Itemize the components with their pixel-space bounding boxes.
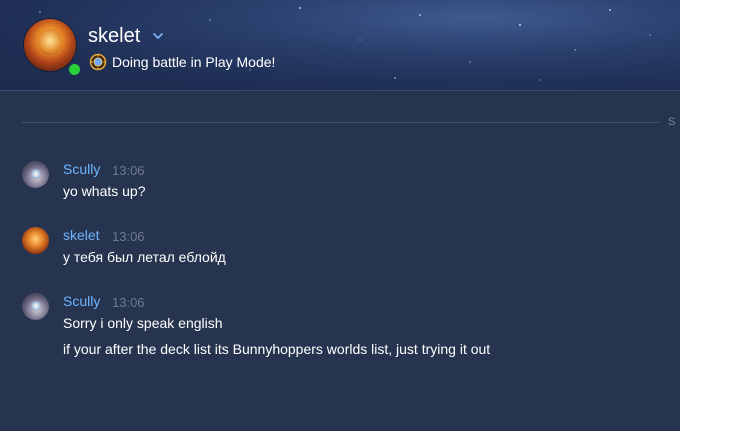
avatar-portrait — [31, 169, 41, 179]
message-author[interactable]: Scully — [63, 161, 100, 178]
online-status-indicator — [67, 62, 82, 77]
date-divider — [22, 122, 660, 123]
rich-presence-status: Doing battle in Play Mode! — [112, 54, 276, 70]
chat-username[interactable]: skelet — [88, 24, 140, 48]
message-timestamp: 13:06 — [112, 229, 145, 244]
chevron-down-icon[interactable] — [151, 29, 165, 43]
chat-window: skelet Doing battle in Play Mode! S Scul… — [0, 0, 680, 431]
message-timestamp: 13:06 — [112, 163, 145, 178]
hearthstone-icon — [89, 53, 107, 71]
message-avatar[interactable] — [22, 161, 49, 188]
message-avatar[interactable] — [22, 227, 49, 254]
message-author[interactable]: Scully — [63, 293, 100, 310]
message-text: Sorry i only speak english — [63, 315, 223, 331]
message-timestamp: 13:06 — [112, 295, 145, 310]
avatar-portrait — [31, 301, 41, 311]
message-avatar[interactable] — [22, 293, 49, 320]
user-avatar[interactable] — [24, 19, 76, 71]
avatar-portrait — [38, 29, 62, 55]
message-text: yo whats up? — [63, 183, 146, 199]
date-divider-label: S — [668, 116, 676, 128]
message-author[interactable]: skelet — [63, 227, 100, 244]
message-text: if your after the deck list its Bunnyhop… — [63, 341, 491, 357]
chat-header: skelet Doing battle in Play Mode! — [0, 0, 680, 91]
message-text: у тебя был летал еблойд — [63, 249, 226, 265]
